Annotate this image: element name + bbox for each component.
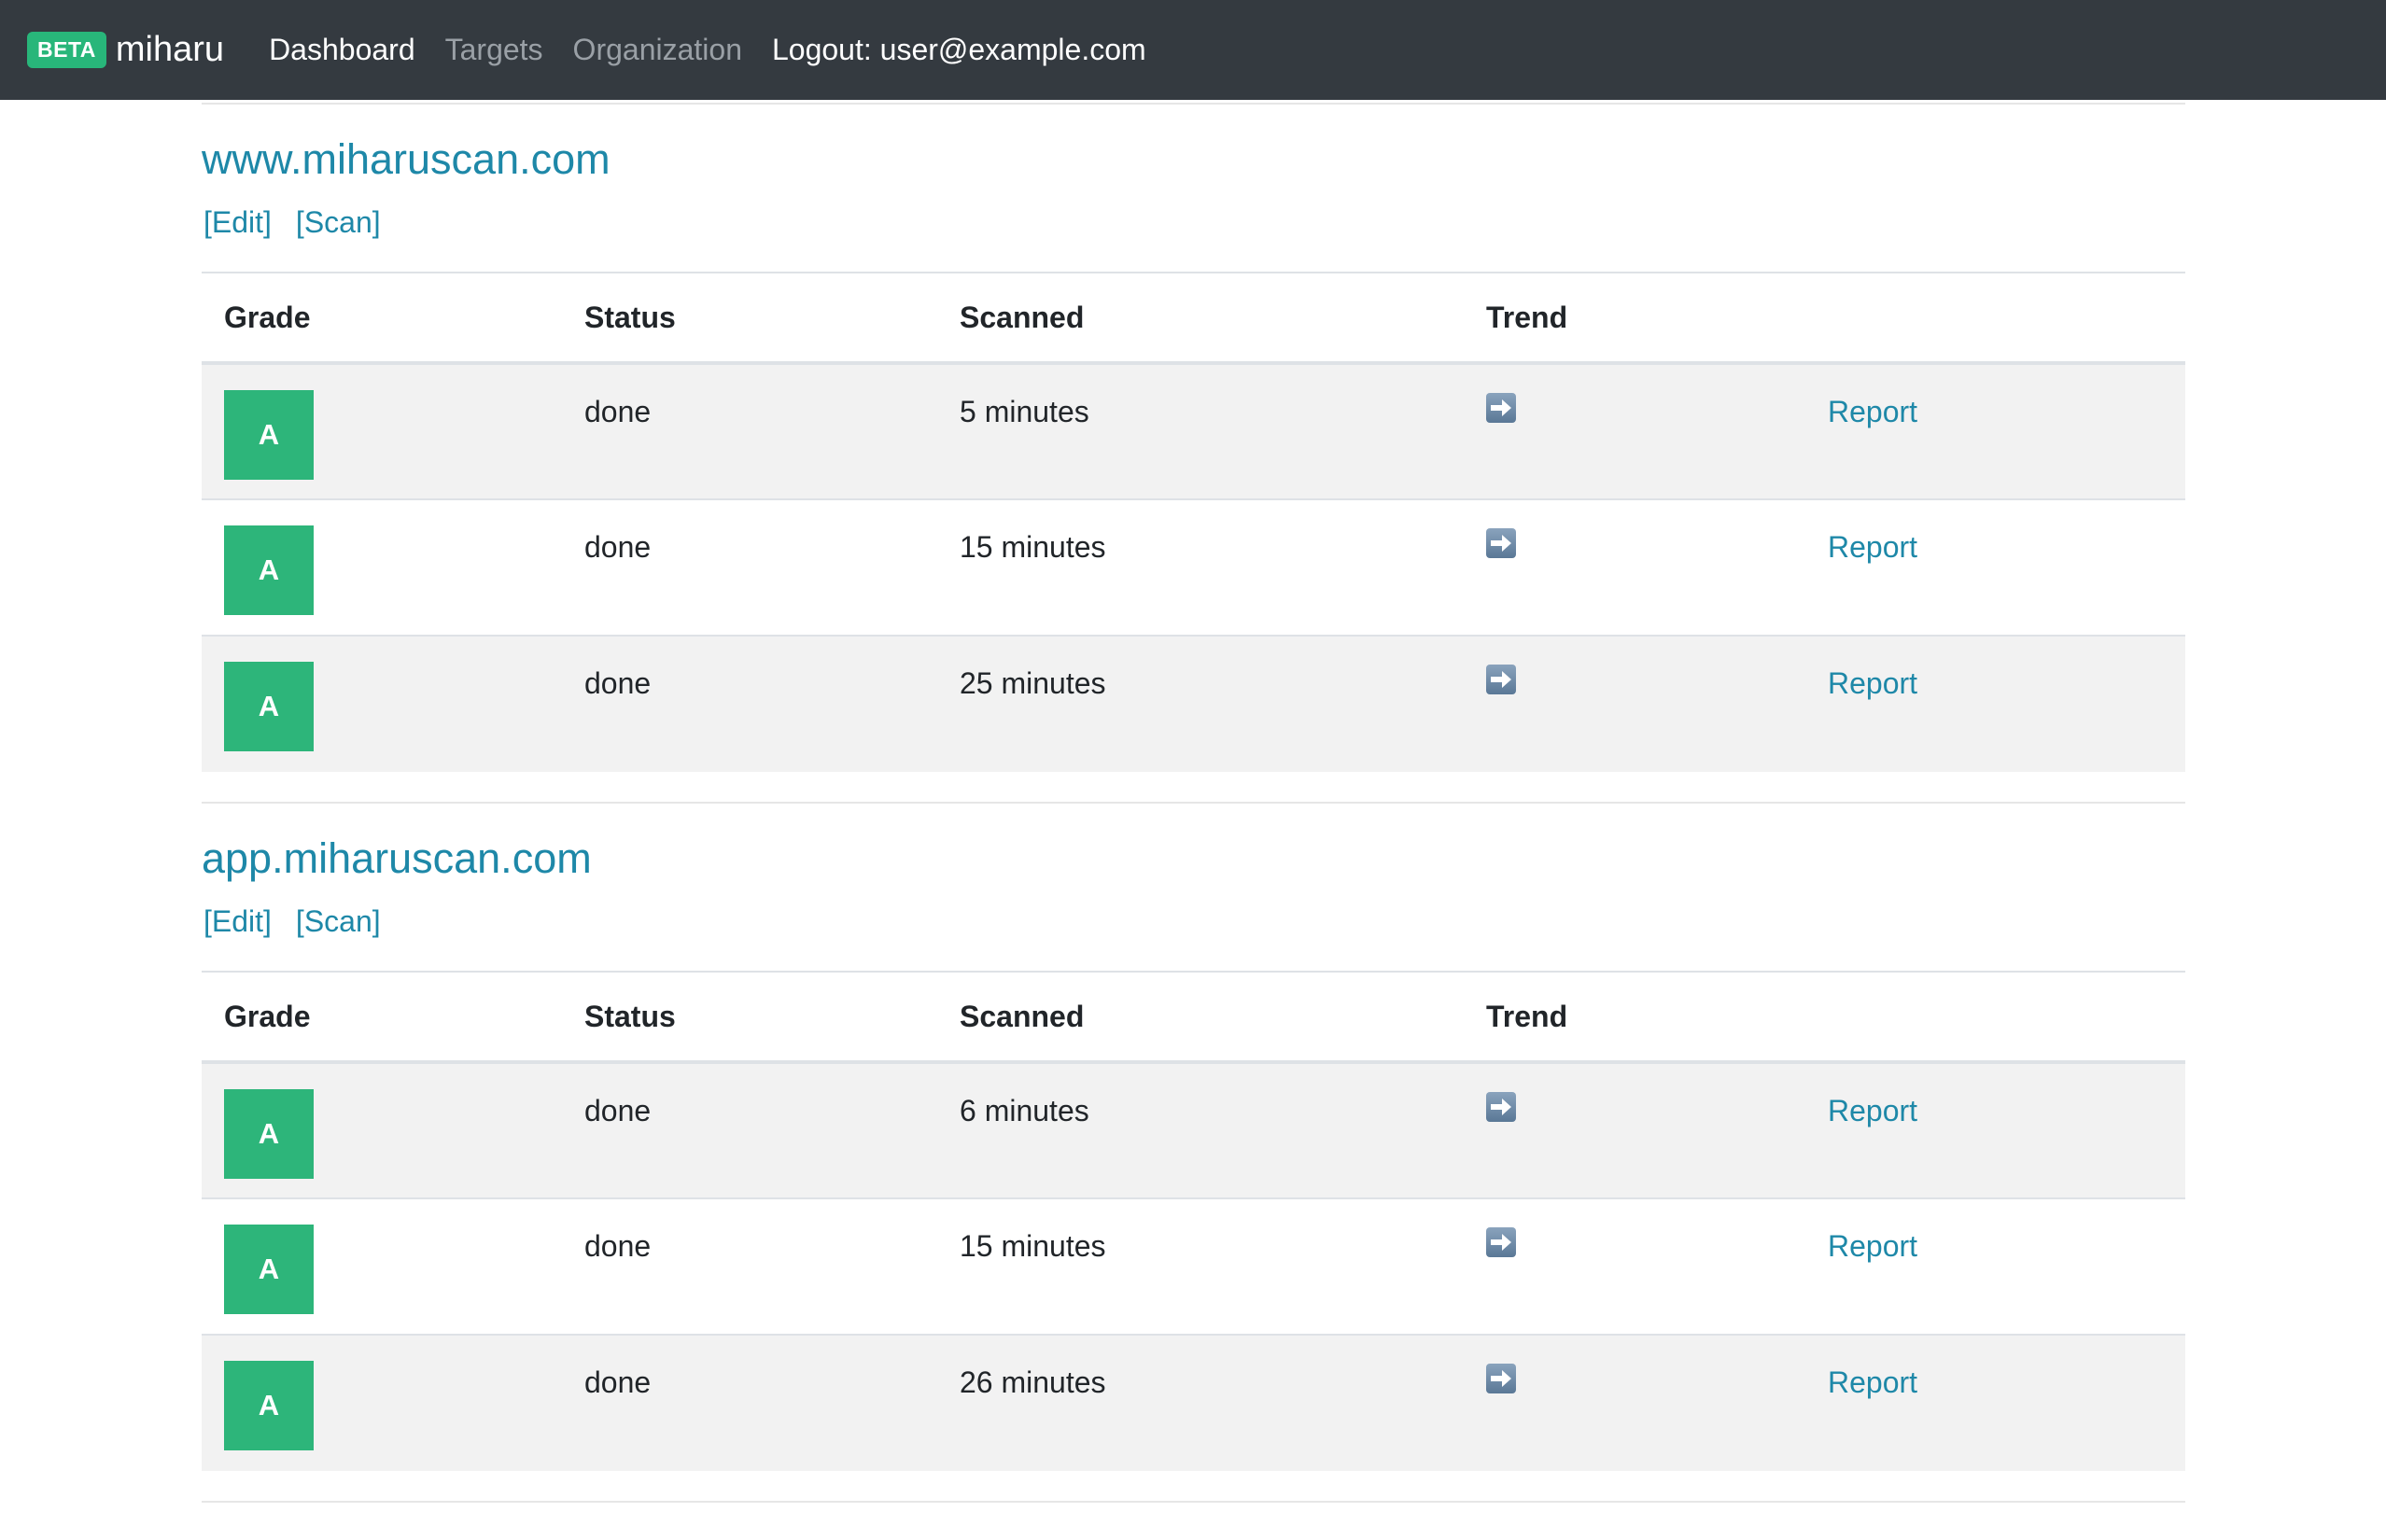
scan-table: Grade Status Scanned Trend A done 6 minu… xyxy=(202,971,2185,1471)
scanned-cell: 26 minutes xyxy=(960,1365,1106,1399)
arrow-right-icon xyxy=(1486,1227,1516,1257)
status-cell: done xyxy=(584,1229,652,1263)
target-section: app.miharuscan.com [Edit] [Scan] Grade S… xyxy=(202,804,2185,1503)
target-name-link[interactable]: app.miharuscan.com xyxy=(202,837,592,879)
nav-dashboard-link[interactable]: Dashboard xyxy=(269,33,415,67)
status-cell: done xyxy=(584,530,652,564)
scanned-cell: 15 minutes xyxy=(960,530,1106,564)
table-row: A done 15 minutes Report xyxy=(202,1198,2185,1335)
status-cell: done xyxy=(584,666,652,700)
table-row: A done 15 minutes Report xyxy=(202,499,2185,636)
divider xyxy=(202,1501,2185,1503)
arrow-right-icon xyxy=(1486,528,1516,558)
grade-badge: A xyxy=(224,390,314,480)
grade-badge: A xyxy=(224,662,314,751)
target-section: www.miharuscan.com [Edit] [Scan] Grade S… xyxy=(202,105,2185,804)
edit-link[interactable]: [Edit] xyxy=(204,904,272,939)
grade-header: Grade xyxy=(224,999,311,1033)
report-link[interactable]: Report xyxy=(1828,1365,1917,1399)
target-name-link[interactable]: www.miharuscan.com xyxy=(202,138,611,180)
arrow-right-icon xyxy=(1486,1364,1516,1393)
report-header xyxy=(1805,972,2185,1062)
arrow-right-icon xyxy=(1486,1092,1516,1122)
grade-header: Grade xyxy=(224,300,311,334)
nav-targets-link[interactable]: Targets xyxy=(445,33,543,67)
table-header-row: Grade Status Scanned Trend xyxy=(202,273,2185,363)
status-cell: done xyxy=(584,1365,652,1399)
status-cell: done xyxy=(584,1094,652,1127)
arrow-right-icon xyxy=(1486,665,1516,694)
trend-header: Trend xyxy=(1486,999,1568,1033)
nav-organization-link[interactable]: Organization xyxy=(573,33,742,67)
report-link[interactable]: Report xyxy=(1828,395,1917,428)
targets-list: www.miharuscan.com [Edit] [Scan] Grade S… xyxy=(202,100,2185,1503)
table-header-row: Grade Status Scanned Trend xyxy=(202,972,2185,1062)
beta-badge: BETA xyxy=(27,32,106,68)
scanned-cell: 25 minutes xyxy=(960,666,1106,700)
report-link[interactable]: Report xyxy=(1828,1094,1917,1127)
status-header: Status xyxy=(584,300,676,334)
top-navbar: BETA miharu Dashboard Targets Organizati… xyxy=(0,0,2386,100)
table-row: A done 5 minutes Report xyxy=(202,363,2185,499)
scanned-cell: 15 minutes xyxy=(960,1229,1106,1263)
brand-name[interactable]: miharu xyxy=(116,30,224,70)
table-row: A done 26 minutes Report xyxy=(202,1335,2185,1471)
nav-logout-link[interactable]: Logout: user@example.com xyxy=(772,33,1146,67)
table-row: A done 6 minutes Report xyxy=(202,1062,2185,1198)
scan-link[interactable]: [Scan] xyxy=(296,205,381,240)
trend-header: Trend xyxy=(1486,300,1568,334)
grade-badge: A xyxy=(224,1361,314,1450)
scanned-header: Scanned xyxy=(960,300,1085,334)
scan-table: Grade Status Scanned Trend A done 5 minu… xyxy=(202,272,2185,772)
arrow-right-icon xyxy=(1486,393,1516,423)
status-header: Status xyxy=(584,999,676,1033)
scanned-cell: 5 minutes xyxy=(960,395,1089,428)
table-row: A done 25 minutes Report xyxy=(202,636,2185,772)
brand[interactable]: BETA miharu xyxy=(27,30,224,70)
grade-badge: A xyxy=(224,1089,314,1179)
grade-badge: A xyxy=(224,525,314,615)
scanned-header: Scanned xyxy=(960,999,1085,1033)
target-actions: [Edit] [Scan] xyxy=(202,904,2185,939)
grade-badge: A xyxy=(224,1225,314,1314)
scan-link[interactable]: [Scan] xyxy=(296,904,381,939)
target-actions: [Edit] [Scan] xyxy=(202,205,2185,240)
report-link[interactable]: Report xyxy=(1828,666,1917,700)
edit-link[interactable]: [Edit] xyxy=(204,205,272,240)
status-cell: done xyxy=(584,395,652,428)
report-link[interactable]: Report xyxy=(1828,530,1917,564)
scanned-cell: 6 minutes xyxy=(960,1094,1089,1127)
report-link[interactable]: Report xyxy=(1828,1229,1917,1263)
report-header xyxy=(1805,273,2185,363)
